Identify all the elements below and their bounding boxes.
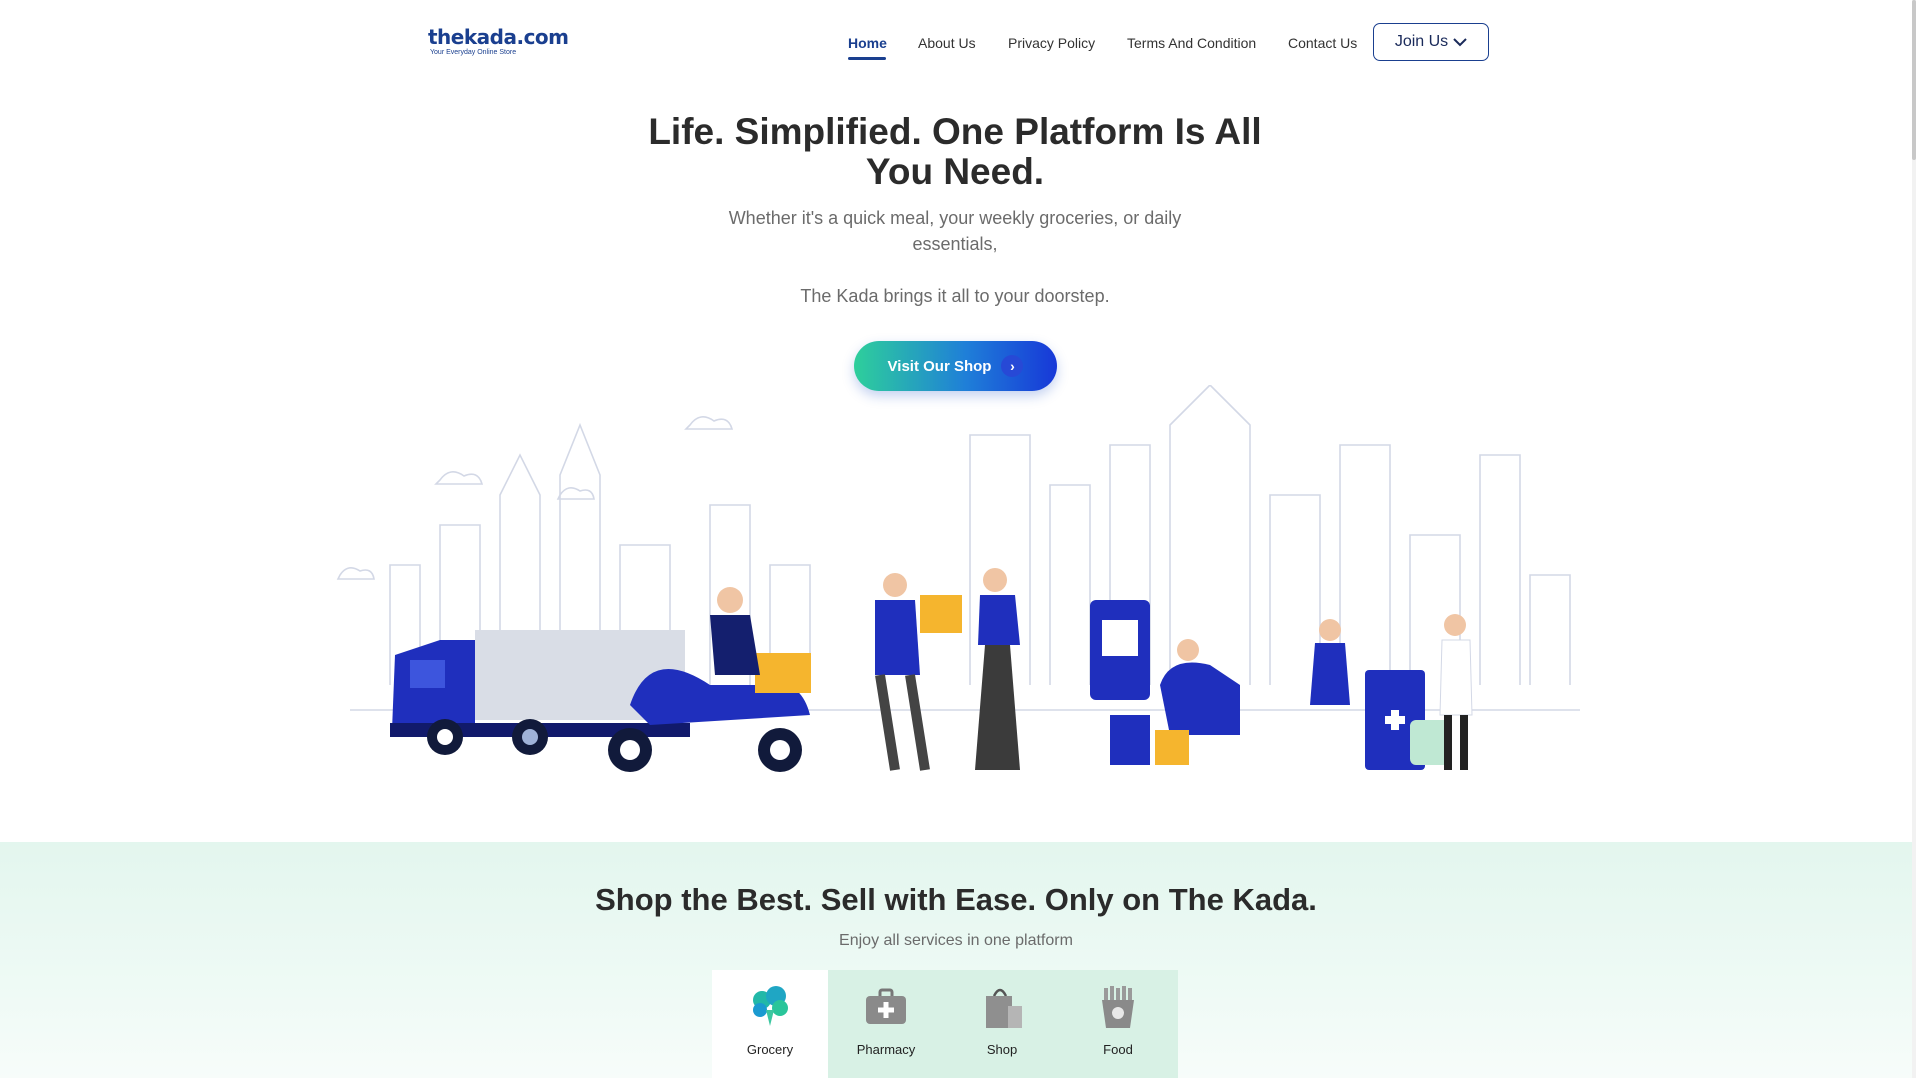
tab-shop-label: Shop (986, 1042, 1018, 1057)
logo-text: thekada.com (428, 25, 569, 49)
tab-pharmacy[interactable]: Pharmacy (828, 970, 944, 1078)
logo-tagline: Your Everyday Online Store (430, 49, 517, 56)
tab-grocery-label: Grocery (746, 1042, 794, 1057)
online-shopping-illustration (1090, 600, 1240, 765)
join-us-label: Join Us (1394, 33, 1449, 50)
tab-food[interactable]: Food (1060, 970, 1176, 1078)
nav-active-indicator (848, 57, 886, 60)
site-logo[interactable]: thekada.com Your Everyday Online Store (428, 26, 569, 57)
shopping-bag-icon (986, 988, 1022, 1028)
pharmacy-illustration (1310, 614, 1473, 770)
hero-subtitle: Whether it's a quick meal, your weekly g… (728, 208, 1182, 254)
services-title: Shop the Best. Sell with Ease. Only on T… (595, 882, 1317, 917)
package-delivery-illustration (875, 568, 1020, 771)
medical-kit-icon (866, 988, 906, 1024)
tab-pharmacy-label: Pharmacy (856, 1042, 916, 1057)
broccoli-icon (753, 986, 788, 1026)
tab-food-label: Food (1103, 1042, 1133, 1057)
hero-subtitle-2: The Kada brings it all to your doorstep. (800, 286, 1110, 306)
join-us-button[interactable]: Join Us (1373, 23, 1489, 61)
service-tabs: Grocery Pharmacy Shop Food (712, 970, 1178, 1078)
nav-home[interactable]: Home (848, 33, 887, 53)
fries-icon (1102, 986, 1134, 1028)
visit-shop-button[interactable]: Visit Our Shop › (854, 341, 1057, 391)
nav-contact-us[interactable]: Contact Us (1288, 33, 1357, 53)
site-header: thekada.com Your Everyday Online Store H… (0, 0, 1916, 86)
hero-title: Life. Simplified. One Platform Is All Yo… (648, 111, 1262, 192)
tab-shop[interactable]: Shop (944, 970, 1060, 1078)
services-subtitle: Enjoy all services in one platform (839, 932, 1073, 949)
clouds (336, 416, 734, 580)
services-section: Shop the Best. Sell with Ease. Only on T… (0, 842, 1912, 1078)
chevron-down-icon (1453, 38, 1467, 47)
nav-privacy-policy[interactable]: Privacy Policy (1008, 33, 1095, 53)
tab-grocery[interactable]: Grocery (712, 970, 828, 1078)
chevron-right-icon: › (1001, 355, 1024, 377)
visit-shop-label: Visit Our Shop (887, 357, 992, 375)
hero-illustration (336, 385, 1580, 772)
scrollbar-thumb[interactable] (1912, 0, 1916, 160)
nav-terms-and-condition[interactable]: Terms And Condition (1127, 33, 1256, 53)
nav-about-us[interactable]: About Us (918, 33, 976, 53)
scrollbar-track[interactable] (1912, 0, 1916, 1078)
